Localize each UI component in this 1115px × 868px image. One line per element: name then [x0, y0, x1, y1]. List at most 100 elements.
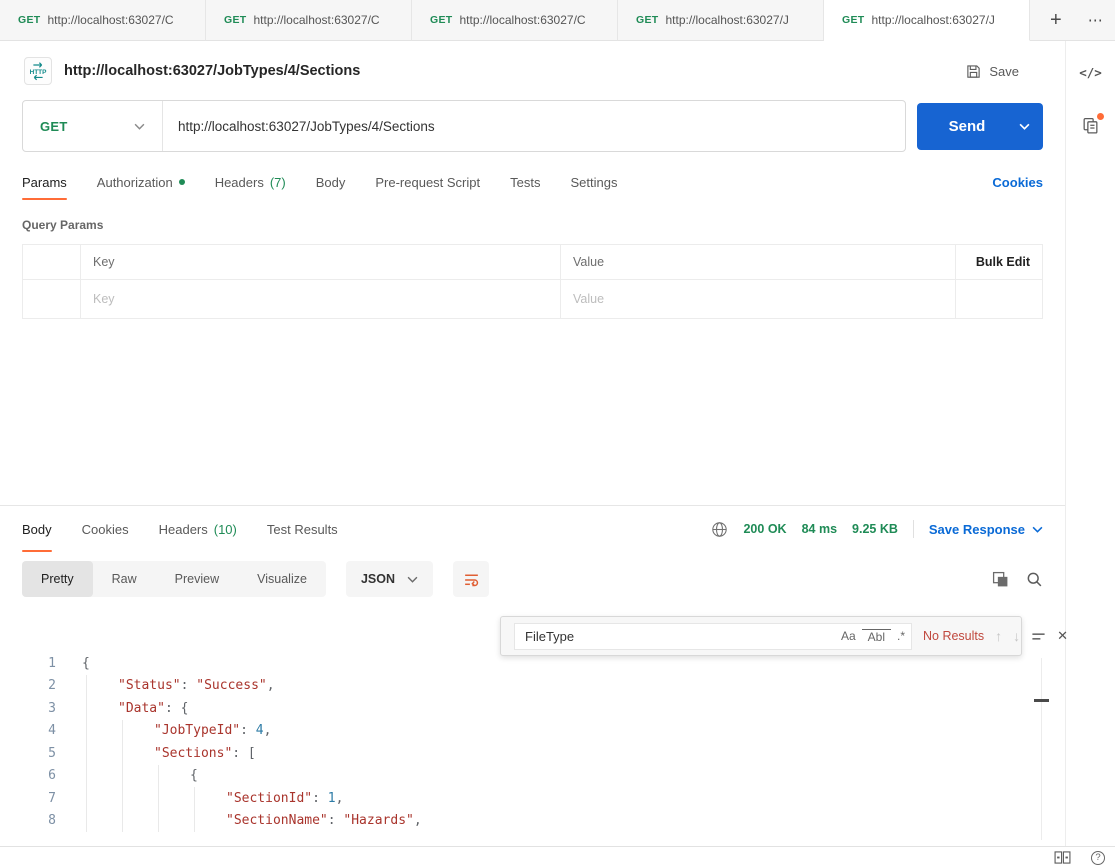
- tab-label: Body: [316, 175, 346, 190]
- view-mode-raw[interactable]: Raw: [93, 561, 156, 597]
- response-tab-test-results[interactable]: Test Results: [267, 506, 338, 552]
- code-token: "JobTypeId": [154, 723, 240, 738]
- response-tab-cookies[interactable]: Cookies: [82, 506, 129, 552]
- request-tab-headers[interactable]: Headers(7): [215, 164, 286, 200]
- request-tab-tests[interactable]: Tests: [510, 164, 540, 200]
- line-number: 3: [0, 701, 56, 716]
- row-handle-column: [23, 245, 81, 279]
- comments-icon[interactable]: [1081, 116, 1100, 140]
- request-header: HTTP http://localhost:63027/JobTypes/4/S…: [24, 56, 1041, 86]
- request-tab-settings[interactable]: Settings: [570, 164, 617, 200]
- request-tab[interactable]: GEThttp://localhost:63027/J: [618, 0, 824, 41]
- tab-label: Test Results: [267, 522, 338, 537]
- code-token: : [: [232, 746, 255, 761]
- response-tab-body[interactable]: Body: [22, 506, 52, 552]
- code-token: 4: [256, 723, 264, 738]
- save-button[interactable]: Save: [966, 64, 1041, 79]
- find-previous-icon[interactable]: ↑: [995, 628, 1002, 644]
- auth-status-dot: [179, 179, 185, 185]
- code-token: "Status": [118, 678, 181, 693]
- code-line: 7"SectionId": 1,: [0, 787, 1065, 810]
- save-label: Save: [989, 64, 1019, 79]
- code-token: :: [181, 678, 197, 693]
- code-lines: 1{2"Status": "Success",3"Data": {4"JobTy…: [0, 652, 1065, 832]
- match-case-toggle[interactable]: Aa: [835, 629, 862, 643]
- method-select[interactable]: GET: [23, 101, 163, 151]
- search-icon[interactable]: [1026, 571, 1043, 588]
- url-input[interactable]: [163, 119, 905, 134]
- response-meta: 200 OK 84 ms 9.25 KB Save Response: [711, 520, 1043, 538]
- code-token: ,: [267, 678, 275, 693]
- chevron-down-icon: [1032, 526, 1043, 533]
- param-key-input[interactable]: [93, 292, 548, 306]
- find-in-response-bar: Aa Abl .* No Results ↑ ↓ ✕: [500, 616, 1022, 656]
- send-button[interactable]: Send: [917, 103, 1043, 150]
- param-value-input[interactable]: [573, 292, 943, 306]
- request-tab-pre-request-script[interactable]: Pre-request Script: [375, 164, 480, 200]
- code-line: 3"Data": {: [0, 697, 1065, 720]
- save-response-button[interactable]: Save Response: [929, 522, 1043, 537]
- help-icon[interactable]: ?: [1091, 851, 1105, 865]
- response-toolbar: PrettyRawPreviewVisualize JSON: [22, 560, 1043, 598]
- code-token: :: [312, 791, 328, 806]
- format-select[interactable]: JSON: [346, 561, 433, 597]
- tab-label: Cookies: [82, 522, 129, 537]
- code-snippet-icon[interactable]: </>: [1079, 65, 1102, 80]
- find-options-icon[interactable]: [1031, 629, 1046, 644]
- request-tab[interactable]: GEThttp://localhost:63027/C: [412, 0, 618, 41]
- url-box: GET: [22, 100, 906, 152]
- indent-guides: [82, 697, 118, 720]
- new-tab-button[interactable]: +: [1050, 10, 1062, 30]
- view-mode-pretty[interactable]: Pretty: [22, 561, 93, 597]
- send-options-chevron-icon[interactable]: [1005, 123, 1043, 130]
- query-params-header-row: Key Value Bulk Edit: [23, 245, 1042, 280]
- query-params-title: Query Params: [22, 218, 1043, 232]
- cookies-link[interactable]: Cookies: [992, 175, 1043, 190]
- two-pane-view-icon[interactable]: [1054, 851, 1071, 864]
- tab-label: Params: [22, 175, 67, 190]
- line-number: 4: [0, 723, 56, 738]
- find-close-icon[interactable]: ✕: [1057, 628, 1068, 644]
- find-input-box: Aa Abl .*: [514, 623, 912, 650]
- response-body-viewer[interactable]: 1{2"Status": "Success",3"Data": {4"JobTy…: [0, 652, 1065, 846]
- tab-label: Headers: [159, 522, 208, 537]
- request-tab-body[interactable]: Body: [316, 164, 346, 200]
- tab-label: Body: [22, 522, 52, 537]
- request-tab-params[interactable]: Params: [22, 164, 67, 200]
- svg-text:HTTP: HTTP: [30, 69, 48, 76]
- line-number: 8: [0, 813, 56, 828]
- tab-method-label: GET: [18, 14, 41, 26]
- request-tab[interactable]: GEThttp://localhost:63027/C: [206, 0, 412, 41]
- whole-word-toggle[interactable]: Abl: [862, 629, 891, 644]
- notification-dot: [1096, 112, 1105, 121]
- more-options-icon[interactable]: ⋯: [1088, 13, 1105, 28]
- code-token: ,: [414, 813, 422, 828]
- tab-method-label: GET: [224, 14, 247, 26]
- response-tab-headers[interactable]: Headers(10): [159, 506, 237, 552]
- response-toolbar-right: [992, 571, 1043, 588]
- wrap-lines-button[interactable]: [453, 561, 489, 597]
- indent-guides: [82, 787, 226, 810]
- network-globe-icon[interactable]: [711, 521, 728, 538]
- http-request-icon: HTTP: [24, 57, 52, 85]
- view-mode-visualize[interactable]: Visualize: [238, 561, 326, 597]
- request-nav-tabs: Params Authorization Headers(7) Body Pre-req…: [22, 164, 617, 200]
- scrollbar-thumb[interactable]: [1034, 699, 1049, 702]
- line-number: 7: [0, 791, 56, 806]
- view-mode-preview[interactable]: Preview: [156, 561, 238, 597]
- find-input[interactable]: [515, 629, 835, 644]
- code-token: "Hazards": [343, 813, 413, 828]
- param-extra-cell: [956, 280, 1042, 318]
- code-token: ,: [264, 723, 272, 738]
- copy-icon[interactable]: [992, 571, 1009, 588]
- code-line: 6{: [0, 765, 1065, 788]
- request-tab-authorization[interactable]: Authorization: [97, 164, 185, 200]
- code-token: "Success": [196, 678, 266, 693]
- save-icon: [966, 64, 981, 79]
- find-next-icon[interactable]: ↓: [1013, 628, 1020, 644]
- find-results-status: No Results: [923, 629, 984, 643]
- request-tab[interactable]: GEThttp://localhost:63027/J: [824, 0, 1030, 41]
- regex-toggle[interactable]: .*: [891, 629, 911, 643]
- bulk-edit-button[interactable]: Bulk Edit: [956, 245, 1042, 279]
- request-tab[interactable]: GEThttp://localhost:63027/C: [0, 0, 206, 41]
